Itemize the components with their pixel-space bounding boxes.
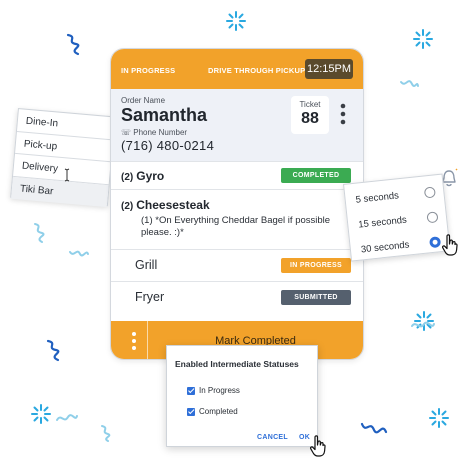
station-row-fryer[interactable]: Fryer SUBMITTED — [111, 281, 363, 313]
confetti-squiggle-icon — [56, 414, 78, 421]
phone-icon: ☏ — [121, 128, 132, 137]
ticket-box: Ticket 88 — [291, 96, 329, 134]
item-name: (2) Gyro — [121, 169, 164, 183]
order-type-label[interactable]: DRIVE THROUGH PICKUP — [208, 66, 305, 75]
order-name-label: Order Name — [121, 96, 166, 105]
confetti-burst-icon — [31, 404, 51, 424]
station-name: Fryer — [135, 290, 165, 304]
ticket-label: Ticket — [299, 100, 321, 109]
timer-option-label: 30 seconds — [360, 239, 410, 256]
status-badge-completed[interactable]: COMPLETED — [281, 168, 351, 183]
radio-button[interactable] — [426, 211, 439, 224]
timer-menu: 5 seconds 15 seconds 30 seconds — [343, 173, 451, 262]
confetti-squiggle-icon — [400, 80, 419, 87]
confetti-burst-icon — [226, 11, 246, 31]
more-options-icon[interactable] — [131, 331, 137, 351]
hand-cursor-icon — [310, 435, 326, 457]
timer-option-label: 15 seconds — [357, 214, 408, 231]
checkbox-in-progress[interactable]: In Progress — [187, 386, 240, 395]
confetti-squiggle-icon — [34, 223, 45, 243]
item-title: Gyro — [136, 169, 165, 183]
statuses-dialog: Enabled Intermediate Statuses In Progres… — [166, 345, 318, 447]
phone-label-text: Phone Number — [133, 128, 188, 137]
dialog-title: Enabled Intermediate Statuses — [175, 359, 299, 369]
phone-label: ☏ Phone Number — [121, 128, 187, 137]
item-title: Cheesesteak — [136, 198, 210, 212]
station-row-grill[interactable]: Grill IN PROGRESS — [111, 249, 363, 281]
confetti-squiggle-icon — [69, 250, 89, 257]
radio-button[interactable] — [423, 186, 436, 199]
status-badge-in-progress[interactable]: IN PROGRESS — [281, 258, 351, 273]
item-row-gyro[interactable]: (2) Gyro COMPLETED — [111, 161, 363, 189]
order-header: IN PROGRESS DRIVE THROUGH PICKUP 12:15PM — [111, 49, 363, 89]
confetti-squiggle-icon — [360, 422, 388, 434]
item-qty: (2) — [121, 172, 134, 183]
order-status-label: IN PROGRESS — [121, 66, 176, 75]
checkbox-checked-icon[interactable] — [187, 407, 195, 416]
status-badge-submitted[interactable]: SUBMITTED — [281, 290, 351, 305]
order-time-badge: 12:15PM — [305, 59, 353, 79]
confetti-squiggle-icon — [411, 321, 435, 328]
customer-name: Samantha — [121, 105, 208, 125]
confetti-burst-icon — [429, 408, 449, 428]
station-name: Grill — [135, 258, 158, 272]
item-name: (2) Cheesesteak — [121, 198, 210, 212]
checkbox-checked-icon[interactable] — [187, 386, 195, 395]
order-card: IN PROGRESS DRIVE THROUGH PICKUP 12:15PM… — [110, 48, 364, 360]
order-type-menu: Dine-In Pick-up Delivery Tiki Bar — [10, 108, 116, 208]
item-qty: (2) — [121, 201, 134, 212]
radio-button-selected[interactable] — [429, 236, 442, 249]
confetti-squiggle-icon — [101, 425, 111, 442]
hand-cursor-icon — [442, 234, 458, 256]
more-options-icon[interactable] — [339, 102, 347, 126]
cancel-button[interactable]: CANCEL — [257, 434, 288, 441]
confetti-burst-icon — [413, 29, 433, 49]
checkbox-completed[interactable]: Completed — [187, 407, 238, 416]
customer-phone: (716) 480-0214 — [121, 138, 215, 153]
item-row-cheesesteak[interactable]: (2) Cheesesteak (1) *On Everything Chedda… — [111, 189, 363, 245]
ticket-number: 88 — [301, 110, 319, 127]
item-note: (1) *On Everything Cheddar Bagel if poss… — [141, 215, 331, 238]
timer-option-label: 5 seconds — [355, 190, 400, 206]
customer-info: Order Name Samantha ☏ Phone Number (716)… — [111, 89, 363, 161]
checkbox-label: Completed — [199, 407, 238, 416]
confetti-squiggle-icon — [46, 339, 60, 362]
text-cursor-icon — [64, 168, 70, 182]
confetti-squiggle-icon — [66, 33, 80, 56]
checkbox-label: In Progress — [199, 386, 240, 395]
